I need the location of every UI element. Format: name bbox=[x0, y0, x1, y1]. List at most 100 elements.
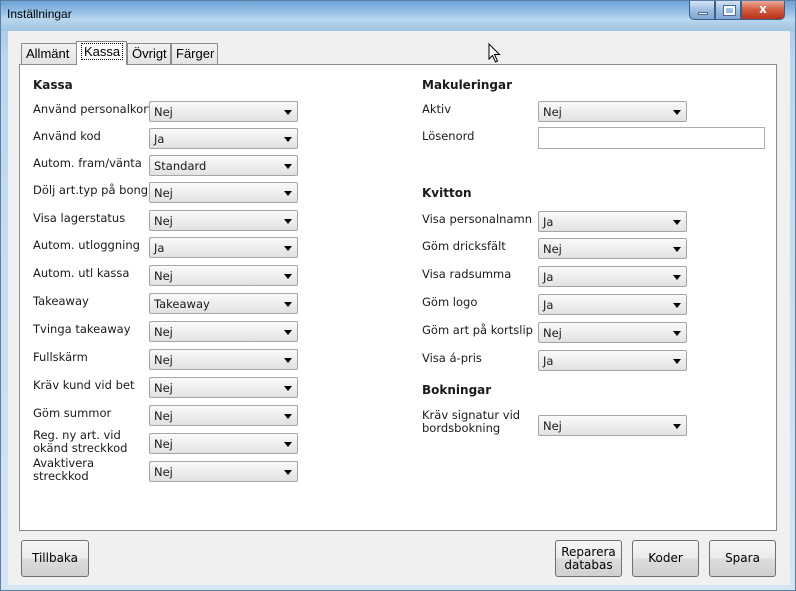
field-label: Fullskärm bbox=[33, 350, 88, 364]
field-label: Lösenord bbox=[422, 129, 475, 143]
select-value: Ja bbox=[154, 241, 165, 255]
field-label: Autom. utl kassa bbox=[33, 266, 130, 280]
tab-label: Allmänt bbox=[26, 46, 70, 61]
bokningar-section-title: Bokningar bbox=[422, 383, 492, 397]
select-reg-ny-art[interactable]: Nej bbox=[149, 433, 298, 454]
select-tvinga-takeaway[interactable]: Nej bbox=[149, 321, 298, 342]
close-button[interactable]: x bbox=[741, 1, 785, 20]
chevron-down-icon bbox=[284, 386, 292, 391]
field-label: Kräv kund vid bet bbox=[33, 378, 135, 392]
kassa-section-title: Kassa bbox=[33, 78, 73, 92]
select-value: Nej bbox=[154, 465, 173, 479]
select-fullskarm[interactable]: Nej bbox=[149, 349, 298, 370]
close-icon: x bbox=[759, 2, 767, 16]
losenord-input[interactable] bbox=[538, 127, 765, 149]
select-autom-fram-vanta[interactable]: Standard bbox=[149, 155, 298, 176]
select-autom-utl-kassa[interactable]: Nej bbox=[149, 265, 298, 286]
select-visa-personalnamn[interactable]: Ja bbox=[538, 211, 687, 232]
select-value: Nej bbox=[154, 214, 173, 228]
field-label: Dölj art.typ på bong bbox=[33, 183, 149, 197]
field-label: Avaktivera streckkod bbox=[33, 456, 95, 483]
chevron-down-icon bbox=[284, 274, 292, 279]
select-value: Nej bbox=[154, 105, 173, 119]
chevron-down-icon bbox=[673, 359, 681, 364]
mouse-cursor-icon bbox=[488, 43, 501, 63]
select-value: Ja bbox=[543, 354, 554, 368]
select-anvand-kod[interactable]: Ja bbox=[149, 128, 298, 149]
chevron-down-icon bbox=[284, 470, 292, 475]
select-visa-a-pris[interactable]: Ja bbox=[538, 350, 687, 371]
select-gom-summor[interactable]: Nej bbox=[149, 405, 298, 426]
select-value: Nej bbox=[543, 326, 562, 340]
field-label: Takeaway bbox=[33, 294, 89, 308]
select-value: Nej bbox=[543, 105, 562, 119]
chevron-down-icon bbox=[673, 331, 681, 336]
select-anvand-personalkort[interactable]: Nej bbox=[149, 101, 298, 122]
select-krav-signatur[interactable]: Nej bbox=[538, 415, 687, 436]
chevron-down-icon bbox=[673, 303, 681, 308]
select-autom-utloggning[interactable]: Ja bbox=[149, 237, 298, 258]
chevron-down-icon bbox=[284, 110, 292, 115]
chevron-down-icon bbox=[284, 442, 292, 447]
select-krav-kund[interactable]: Nej bbox=[149, 377, 298, 398]
select-value: Ja bbox=[154, 132, 165, 146]
tab-allmant[interactable]: Allmänt bbox=[21, 43, 77, 64]
field-label: Autom. fram/vänta bbox=[33, 156, 142, 170]
select-value: Standard bbox=[154, 159, 207, 173]
select-value: Nej bbox=[154, 409, 173, 423]
tab-label: Övrigt bbox=[132, 46, 167, 61]
select-visa-radsumma[interactable]: Ja bbox=[538, 266, 687, 287]
select-makulering-aktiv[interactable]: Nej bbox=[538, 101, 687, 122]
back-button[interactable]: Tillbaka bbox=[21, 540, 89, 577]
field-label: Använd kod bbox=[33, 129, 101, 143]
makuleringar-section-title: Makuleringar bbox=[422, 78, 512, 92]
field-label: Kräv signatur vid bordsbokning bbox=[422, 408, 521, 435]
minimize-icon bbox=[698, 12, 708, 15]
settings-window: Inställningar x Allmänt Kassa Övrigt Fär… bbox=[0, 0, 796, 591]
chevron-down-icon bbox=[284, 330, 292, 335]
select-gom-art-kortslip[interactable]: Nej bbox=[538, 322, 687, 343]
field-label: Visa lagerstatus bbox=[33, 211, 126, 225]
field-label: Reg. ny art. vid okänd streckkod bbox=[33, 428, 128, 455]
kassa-panel: Kassa Använd personalkort Nej Använd kod… bbox=[19, 64, 777, 531]
tab-kassa[interactable]: Kassa bbox=[76, 41, 127, 65]
minimize-button[interactable] bbox=[689, 1, 715, 20]
field-label: Använd personalkort bbox=[33, 102, 153, 116]
save-button[interactable]: Spara bbox=[709, 540, 776, 577]
select-value: Nej bbox=[154, 186, 173, 200]
select-value: Nej bbox=[154, 353, 173, 367]
select-value: Nej bbox=[543, 242, 562, 256]
tab-label: Kassa bbox=[81, 43, 124, 60]
select-takeaway[interactable]: Takeaway bbox=[149, 293, 298, 314]
repair-database-button[interactable]: Reparera databas bbox=[555, 540, 622, 577]
select-avaktivera-streckkod[interactable]: Nej bbox=[149, 461, 298, 482]
select-value: Takeaway bbox=[154, 297, 210, 311]
select-gom-logo[interactable]: Ja bbox=[538, 294, 687, 315]
tab-ovrigt[interactable]: Övrigt bbox=[127, 43, 171, 64]
select-value: Nej bbox=[154, 381, 173, 395]
chevron-down-icon bbox=[673, 424, 681, 429]
tab-farger[interactable]: Färger bbox=[171, 43, 218, 64]
chevron-down-icon bbox=[673, 220, 681, 225]
select-value: Nej bbox=[154, 325, 173, 339]
select-visa-lagerstatus[interactable]: Nej bbox=[149, 210, 298, 231]
field-label: Göm dricksfält bbox=[422, 239, 506, 253]
field-label: Visa á-pris bbox=[422, 351, 482, 365]
field-label: Autom. utloggning bbox=[33, 238, 140, 252]
field-label: Göm logo bbox=[422, 295, 478, 309]
chevron-down-icon bbox=[284, 246, 292, 251]
select-value: Nej bbox=[543, 419, 562, 433]
select-gom-dricksfalt[interactable]: Nej bbox=[538, 238, 687, 259]
chevron-down-icon bbox=[284, 164, 292, 169]
maximize-icon bbox=[723, 5, 736, 16]
field-label: Visa personalnamn bbox=[422, 212, 532, 226]
maximize-button[interactable] bbox=[715, 1, 741, 20]
select-value: Nej bbox=[154, 269, 173, 283]
window-title: Inställningar bbox=[7, 7, 72, 21]
field-label: Tvinga takeaway bbox=[33, 322, 131, 336]
title-bar[interactable]: Inställningar x bbox=[1, 1, 795, 31]
field-label: Göm art på kortslip bbox=[422, 323, 533, 337]
select-dolj-art-typ[interactable]: Nej bbox=[149, 182, 298, 203]
field-label: Aktiv bbox=[422, 102, 452, 116]
codes-button[interactable]: Koder bbox=[632, 540, 699, 577]
